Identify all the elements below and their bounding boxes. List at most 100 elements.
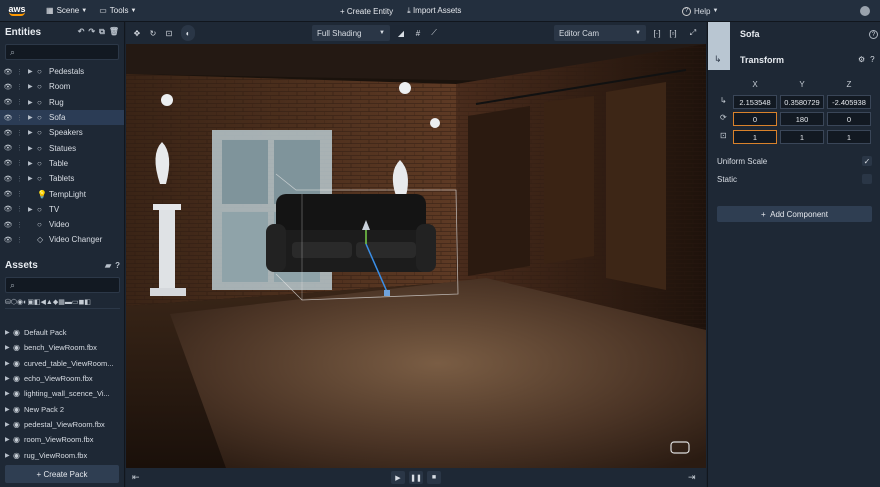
scale-y-field[interactable]: 1	[780, 130, 824, 144]
eye-icon[interactable]: 👁	[0, 68, 16, 76]
stop-button[interactable]: ■	[427, 471, 441, 484]
entity-row[interactable]: 👁 ⋮ ▶ ○ Room	[0, 79, 124, 94]
chevron-right-icon[interactable]: ▶	[5, 360, 13, 367]
asset-pack-row[interactable]: ▶ ◉ pedestal_ViewRoom.fbx	[0, 417, 125, 432]
collapse-right-icon[interactable]: ⇥	[688, 472, 696, 483]
eye-icon[interactable]: 👁	[0, 83, 16, 91]
chevron-right-icon[interactable]: ▶	[5, 436, 13, 443]
entity-row[interactable]: 👁 ⋮ ▶ ○ Tablets	[0, 171, 124, 186]
chevron-right-icon[interactable]: ▶	[5, 390, 13, 397]
eye-icon[interactable]: 👁	[0, 190, 16, 198]
chevron-right-icon[interactable]: ▶	[5, 344, 13, 351]
entity-row[interactable]: 👁 ⋮ ▶ ○ TV	[0, 202, 124, 217]
scale-tool-icon[interactable]: ⊡	[162, 25, 176, 41]
drag-handle[interactable]: ⋮	[16, 221, 28, 229]
sofa-model[interactable]	[266, 194, 436, 272]
eye-icon[interactable]: 👁	[0, 221, 16, 229]
entity-row[interactable]: 👁 ⋮ ▶ ○ Pedestals	[0, 64, 124, 79]
fullscreen-icon[interactable]: ⤢	[686, 25, 700, 41]
chevron-right-icon[interactable]: ▶	[28, 99, 37, 106]
static-checkbox[interactable]	[862, 174, 872, 184]
scene-viewport[interactable]: ✥ ↻ ⊡ ◐ Full Shading ▼ ◢ # ⟋ Editor Cam …	[126, 22, 706, 468]
entity-name-title[interactable]: Sofa	[740, 29, 760, 39]
chevron-right-icon[interactable]: ▶	[28, 114, 37, 121]
pause-button[interactable]: ❚❚	[409, 471, 423, 484]
eye-icon[interactable]: 👁	[0, 114, 16, 122]
drag-handle[interactable]: ⋮	[16, 68, 28, 76]
asset-pack-row[interactable]: ▶ ◉ Default Pack	[0, 325, 125, 340]
entity-row[interactable]: 👁 ⋮ ◇ Video Changer	[0, 232, 124, 247]
chevron-right-icon[interactable]: ▶	[5, 375, 13, 382]
chevron-right-icon[interactable]: ▶	[5, 452, 13, 459]
drag-handle[interactable]: ⋮	[16, 114, 28, 122]
frame-selection-icon[interactable]: [·]	[650, 25, 664, 41]
eye-icon[interactable]: 👁	[0, 205, 16, 213]
wrench-icon[interactable]: ⟋	[427, 25, 441, 41]
snap-icon[interactable]: ◢	[394, 25, 408, 41]
asset-pack-row[interactable]: ▶ ◉ curved_table_ViewRoom...	[0, 356, 125, 371]
folder-icon[interactable]: ▰	[105, 261, 111, 270]
entity-row[interactable]: 👁 ⋮ ▶ ○ Speakers	[0, 125, 124, 140]
uniform-scale-checkbox[interactable]: ✓	[862, 156, 872, 166]
rotation-x-field[interactable]: 0	[733, 112, 777, 126]
drag-handle[interactable]: ⋮	[16, 190, 28, 198]
entity-row[interactable]: 👁 ⋮ 💡 TempLight	[0, 186, 124, 201]
scale-z-field[interactable]: 1	[827, 130, 871, 144]
eye-icon[interactable]: 👁	[0, 159, 16, 167]
help-icon[interactable]: ?	[870, 55, 874, 64]
redo-icon[interactable]: ↷	[88, 27, 95, 37]
asset-pack-row[interactable]: ▶ ◉ echo_ViewRoom.fbx	[0, 371, 125, 386]
scale-x-field[interactable]: 1	[733, 130, 777, 144]
asset-search-input[interactable]: ⌕	[5, 277, 120, 293]
entity-row[interactable]: 👁 ⋮ ▶ ○ Sofa	[0, 109, 124, 126]
asset-pack-row[interactable]: ▶ ◉ lighting_wall_scence_Vi...	[0, 386, 125, 401]
asset-type-filter-icons[interactable]: ⛁⬡◉◐▣◧◀▲◆▦▬▭◼◧	[5, 298, 91, 306]
chevron-right-icon[interactable]: ▶	[28, 145, 37, 152]
create-entity-button[interactable]: + Create Entity	[340, 7, 393, 16]
drag-handle[interactable]: ⋮	[16, 83, 28, 91]
drag-handle[interactable]: ⋮	[16, 236, 28, 244]
entity-row[interactable]: 👁 ⋮ ▶ ○ Table	[0, 156, 124, 171]
drag-handle[interactable]: ⋮	[16, 159, 28, 167]
undo-icon[interactable]: ↶	[78, 27, 85, 37]
inspector-tab[interactable]: ↳	[708, 22, 730, 70]
asset-pack-row[interactable]: ▶ ◉ rug_ViewRoom.fbx	[0, 447, 125, 462]
chevron-right-icon[interactable]: ▶	[28, 129, 37, 136]
chevron-right-icon[interactable]: ▶	[5, 329, 13, 336]
chevron-right-icon[interactable]: ▶	[28, 68, 37, 75]
grid-icon[interactable]: #	[411, 25, 425, 41]
scene-render[interactable]	[126, 44, 706, 468]
add-component-button[interactable]: + Add Component	[717, 206, 872, 222]
import-assets-button[interactable]: ⤓ Import Assets	[407, 6, 461, 16]
position-x-field[interactable]: 2.153548	[733, 95, 777, 109]
tools-menu[interactable]: ▭ Tools ▼	[99, 6, 136, 15]
scene-menu[interactable]: ▦ Scene ▼	[46, 6, 87, 15]
aws-logo[interactable]: aws	[0, 0, 34, 22]
chevron-right-icon[interactable]: ▶	[28, 160, 37, 167]
world-space-icon[interactable]: ◐	[181, 25, 195, 41]
move-tool-icon[interactable]: ✥	[130, 25, 144, 41]
play-button[interactable]: ▶	[391, 471, 405, 484]
chevron-right-icon[interactable]: ▶	[5, 406, 13, 413]
eye-icon[interactable]: 👁	[0, 98, 16, 106]
trash-icon[interactable]: 🗑	[109, 27, 119, 37]
eye-icon[interactable]: 👁	[0, 236, 16, 244]
create-pack-button[interactable]: + Create Pack	[5, 465, 119, 483]
eye-icon[interactable]: 👁	[0, 175, 16, 183]
chevron-right-icon[interactable]: ▶	[28, 175, 37, 182]
duplicate-icon[interactable]: ⧉	[99, 27, 105, 37]
shading-select[interactable]: Full Shading ▼	[312, 25, 390, 41]
position-z-field[interactable]: -2.405938	[827, 95, 871, 109]
position-y-field[interactable]: 0.3580729	[780, 95, 824, 109]
rotation-y-field[interactable]: 180	[780, 112, 824, 126]
gear-icon[interactable]: ⚙	[858, 55, 865, 64]
entity-search-input[interactable]: ⌕	[5, 44, 119, 60]
user-avatar[interactable]	[860, 6, 870, 16]
entity-row[interactable]: 👁 ⋮ ▶ ○ Rug	[0, 95, 124, 110]
camera-select[interactable]: Editor Cam ▼	[554, 25, 646, 41]
chevron-right-icon[interactable]: ▶	[28, 83, 37, 90]
help-menu[interactable]: ? Help ▼	[682, 0, 718, 22]
eye-icon[interactable]: 👁	[0, 144, 16, 152]
asset-pack-row[interactable]: ▶ ◉ bench_ViewRoom.fbx	[0, 340, 125, 355]
frame-all-icon[interactable]: [▫]	[666, 25, 680, 41]
